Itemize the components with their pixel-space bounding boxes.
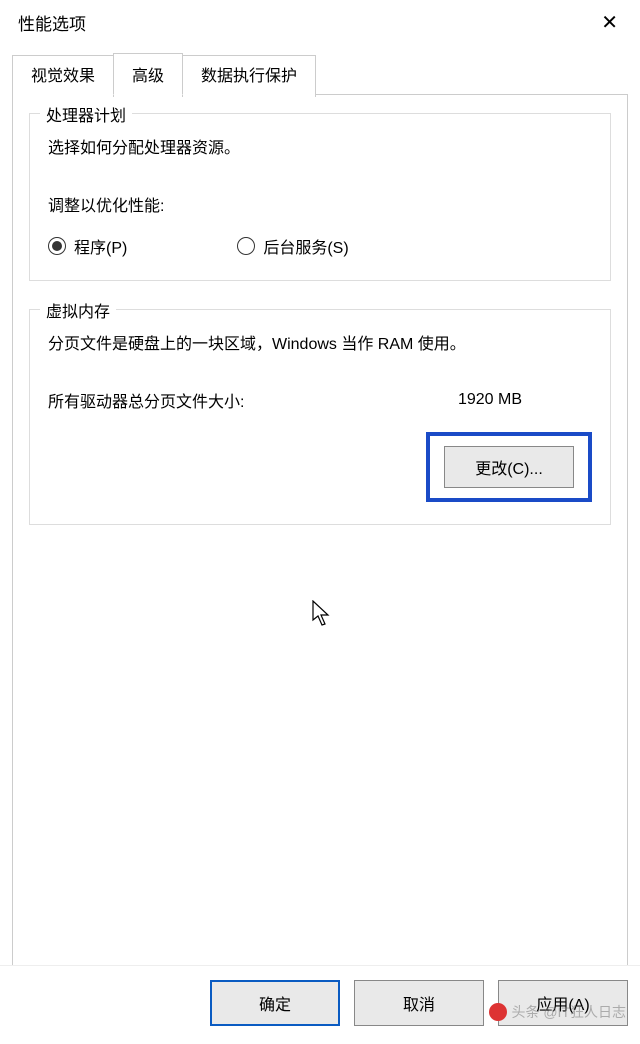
tab-label: 高级 [132,68,164,85]
dialog-button-bar: 确定 取消 应用(A) [0,965,640,1044]
change-button[interactable]: 更改(C)... [444,446,574,488]
tab-panel-advanced: 处理器计划 选择如何分配处理器资源。 调整以优化性能: 程序(P) 后台服务(S… [12,94,628,974]
ok-button[interactable]: 确定 [210,980,340,1026]
cancel-button[interactable]: 取消 [354,980,484,1026]
radio-option-programs[interactable]: 程序(P) [48,234,127,258]
radio-icon [237,237,255,255]
apply-button[interactable]: 应用(A) [498,980,628,1026]
radio-group-performance: 程序(P) 后台服务(S) [48,234,592,258]
radio-icon [48,237,66,255]
tab-label: 视觉效果 [31,68,95,85]
vmem-desc: 分页文件是硬盘上的一块区域，Windows 当作 RAM 使用。 [48,330,592,354]
vmem-total-row: 所有驱动器总分页文件大小: 1920 MB [48,388,592,412]
group-title: 处理器计划 [40,102,132,126]
group-title: 虚拟内存 [40,298,116,322]
button-label: 确定 [259,997,291,1014]
vmem-total-label: 所有驱动器总分页文件大小: [48,388,244,412]
radio-label: 后台服务(S) [263,234,348,258]
button-label: 应用(A) [536,997,589,1014]
radio-label: 程序(P) [74,234,127,258]
tab-dep[interactable]: 数据执行保护 [182,55,316,97]
tab-strip: 视觉效果 高级 数据执行保护 [12,53,628,95]
vmem-total-value: 1920 MB [458,391,522,409]
tab-label: 数据执行保护 [201,68,297,85]
tab-advanced[interactable]: 高级 [113,53,183,95]
button-label: 更改(C)... [475,461,543,478]
close-icon[interactable]: ✕ [593,8,626,37]
title-bar: 性能选项 ✕ [0,0,640,45]
adjust-label: 调整以优化性能: [48,192,592,216]
change-button-highlight: 更改(C)... [426,432,592,502]
radio-option-background[interactable]: 后台服务(S) [237,234,348,258]
group-virtual-memory: 虚拟内存 分页文件是硬盘上的一块区域，Windows 当作 RAM 使用。 所有… [29,309,611,525]
processor-desc: 选择如何分配处理器资源。 [48,134,592,158]
group-processor-scheduling: 处理器计划 选择如何分配处理器资源。 调整以优化性能: 程序(P) 后台服务(S… [29,113,611,281]
vmem-button-row: 更改(C)... [48,432,592,502]
button-label: 取消 [403,997,435,1014]
tab-visual-effects[interactable]: 视觉效果 [12,55,114,97]
window-title: 性能选项 [18,10,86,35]
